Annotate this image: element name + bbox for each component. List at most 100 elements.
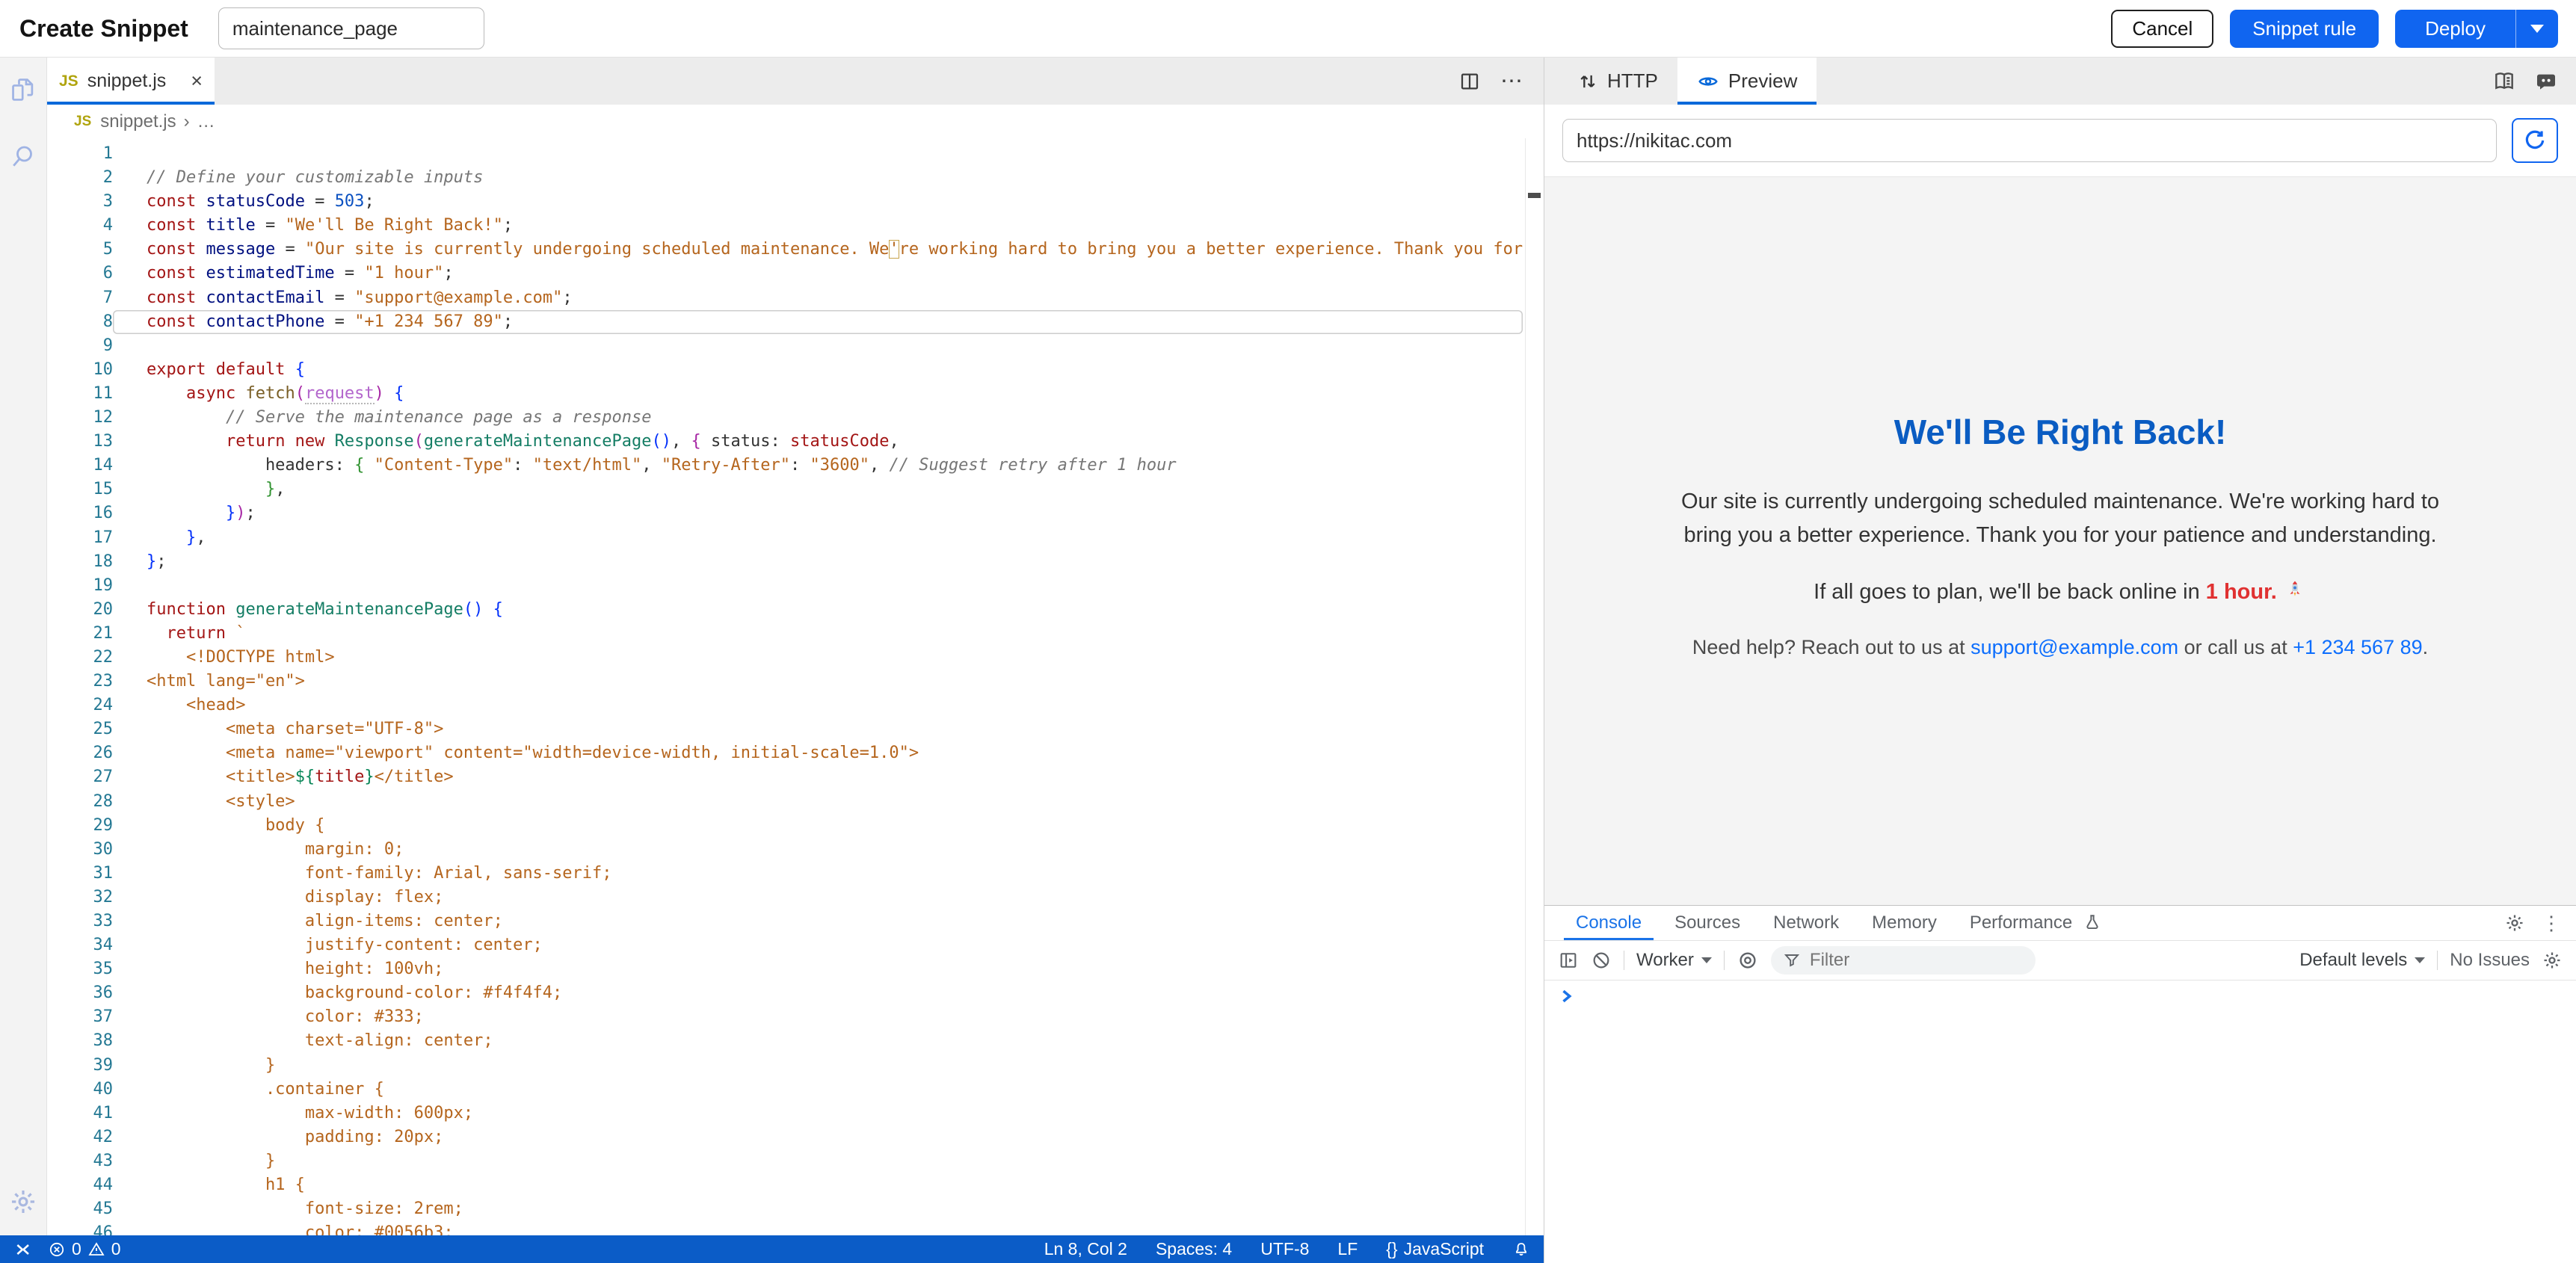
editor-scrollbar[interactable]	[1525, 138, 1544, 1235]
eye-icon	[1697, 70, 1719, 93]
tab-network[interactable]: Network	[1757, 906, 1855, 940]
code-line[interactable]: 27 <title>${title}</title>	[47, 765, 1544, 789]
log-levels-selector[interactable]: Default levels	[2299, 950, 2425, 971]
code-line[interactable]: 6const estimatedTime = "1 hour";	[47, 262, 1544, 285]
code-line[interactable]: 11 async fetch(request) {	[47, 382, 1544, 406]
code-line[interactable]: 7const contactEmail = "support@example.c…	[47, 286, 1544, 310]
clear-console-icon[interactable]	[1591, 950, 1612, 971]
remote-indicator-icon[interactable]	[13, 1241, 31, 1259]
eol-sequence[interactable]: LF	[1337, 1239, 1358, 1259]
code-line[interactable]: 10export default {	[47, 358, 1544, 382]
code-line[interactable]: 22 <!DOCTYPE html>	[47, 646, 1544, 670]
files-icon[interactable]	[9, 75, 37, 104]
code-line[interactable]: 13 return new Response(generateMaintenan…	[47, 430, 1544, 454]
console-settings-gear-icon[interactable]	[2542, 950, 2563, 971]
settings-gear-icon[interactable]	[9, 1188, 37, 1216]
tab-performance[interactable]: Performance	[1953, 906, 2089, 940]
code-line[interactable]: 4const title = "We'll Be Right Back!";	[47, 214, 1544, 238]
tab-console[interactable]: Console	[1559, 906, 1658, 940]
code-line[interactable]: 35 height: 100vh;	[47, 957, 1544, 981]
breadcrumb[interactable]: JS snippet.js › …	[47, 105, 1544, 138]
problems-indicator[interactable]: 0 0	[48, 1239, 121, 1259]
tab-snippet-js[interactable]: JS snippet.js ×	[47, 58, 215, 105]
code-line[interactable]: 38 text-align: center;	[47, 1029, 1544, 1053]
code-line[interactable]: 33 align-items: center;	[47, 910, 1544, 933]
refresh-button[interactable]	[2512, 118, 2558, 163]
code-line[interactable]: 15 },	[47, 478, 1544, 501]
filter-input[interactable]	[1808, 949, 2024, 972]
code-line[interactable]: 26 <meta name="viewport" content="width=…	[47, 741, 1544, 765]
more-actions-icon[interactable]: ⋯	[1500, 68, 1524, 94]
docs-book-icon[interactable]	[2492, 70, 2516, 93]
code-line[interactable]: 32 display: flex;	[47, 886, 1544, 910]
snippet-rule-button[interactable]: Snippet rule	[2230, 10, 2379, 48]
cursor-position[interactable]: Ln 8, Col 2	[1044, 1239, 1127, 1259]
deploy-button[interactable]: Deploy	[2395, 10, 2515, 48]
support-email-link[interactable]: support@example.com	[1970, 636, 2178, 658]
code-line[interactable]: 42 padding: 20px;	[47, 1125, 1544, 1149]
split-editor-icon[interactable]	[1458, 70, 1481, 93]
tab-http[interactable]: HTTP	[1558, 58, 1677, 105]
code-line[interactable]: 39 }	[47, 1054, 1544, 1078]
code-line[interactable]: 21 return `	[47, 622, 1544, 646]
tab-memory[interactable]: Memory	[1855, 906, 1953, 940]
kebab-menu-icon[interactable]: ⋮	[2542, 912, 2561, 935]
console-sidebar-toggle-icon[interactable]	[1558, 950, 1579, 971]
cancel-button[interactable]: Cancel	[2111, 10, 2213, 48]
code-line[interactable]: 36 background-color: #f4f4f4;	[47, 981, 1544, 1005]
code-line[interactable]: 17 },	[47, 526, 1544, 550]
devtools-settings-gear-icon[interactable]	[2504, 912, 2525, 933]
code-line[interactable]: 20function generateMaintenancePage() {	[47, 598, 1544, 622]
line-number: 26	[47, 741, 113, 765]
discord-icon[interactable]	[2534, 70, 2558, 93]
encoding[interactable]: UTF-8	[1260, 1239, 1309, 1259]
code-line[interactable]: 9	[47, 334, 1544, 358]
preview-url-input[interactable]	[1562, 119, 2497, 162]
language-mode[interactable]: {} JavaScript	[1386, 1239, 1484, 1259]
context-selector[interactable]: Worker	[1636, 950, 1712, 971]
code-line[interactable]: 3const statusCode = 503;	[47, 190, 1544, 214]
console-filter[interactable]	[1771, 946, 2036, 975]
code-line[interactable]: 40 .container {	[47, 1078, 1544, 1102]
issues-counter[interactable]: No Issues	[2450, 950, 2530, 971]
code-line[interactable]: 5const message = "Our site is currently …	[47, 238, 1544, 262]
code-line[interactable]: 18};	[47, 550, 1544, 574]
javascript-file-icon: JS	[74, 114, 91, 130]
breadcrumb-file[interactable]: snippet.js	[100, 111, 176, 132]
code-line[interactable]: 12 // Serve the maintenance page as a re…	[47, 406, 1544, 430]
search-icon[interactable]	[10, 143, 37, 170]
code-line[interactable]: 24 <head>	[47, 694, 1544, 717]
tab-sources[interactable]: Sources	[1658, 906, 1757, 940]
code-line[interactable]: 19	[47, 574, 1544, 598]
code-line[interactable]: 28 <style>	[47, 790, 1544, 814]
indentation[interactable]: Spaces: 4	[1156, 1239, 1232, 1259]
deploy-dropdown-button[interactable]	[2515, 10, 2558, 48]
code-line[interactable]: 16 });	[47, 501, 1544, 525]
code-line[interactable]: 41 max-width: 600px;	[47, 1102, 1544, 1125]
code-line[interactable]: 45 font-size: 2rem;	[47, 1197, 1544, 1221]
code-line[interactable]: 31 font-family: Arial, sans-serif;	[47, 862, 1544, 886]
code-line[interactable]: 43 }	[47, 1149, 1544, 1173]
phone-link[interactable]: +1 234 567 89	[2293, 636, 2422, 658]
live-expression-eye-icon[interactable]	[1737, 949, 1759, 972]
code-editor[interactable]: 12// Define your customizable inputs3con…	[47, 138, 1544, 1235]
snippet-name-input[interactable]	[218, 7, 484, 49]
code-line[interactable]: 46 color: #0056b3;	[47, 1221, 1544, 1235]
console-output[interactable]	[1544, 981, 2576, 1263]
code-line[interactable]: 14 headers: { "Content-Type": "text/html…	[47, 454, 1544, 478]
breadcrumb-more[interactable]: …	[197, 111, 215, 132]
code-line[interactable]: 29 body {	[47, 814, 1544, 838]
code-line[interactable]: 44 h1 {	[47, 1173, 1544, 1197]
code-line[interactable]: 8const contactPhone = "+1 234 567 89";	[47, 310, 1544, 334]
code-line[interactable]: 37 color: #333;	[47, 1005, 1544, 1029]
notifications-bell-icon[interactable]	[1512, 1241, 1530, 1259]
code-line[interactable]: 34 justify-content: center;	[47, 933, 1544, 957]
code-line[interactable]: 23<html lang="en">	[47, 670, 1544, 694]
close-icon[interactable]: ×	[191, 70, 203, 93]
code-line[interactable]: 25 <meta charset="UTF-8">	[47, 717, 1544, 741]
code-line[interactable]: 2// Define your customizable inputs	[47, 166, 1544, 190]
code-line[interactable]: 30 margin: 0;	[47, 838, 1544, 862]
code-line[interactable]: 1	[47, 142, 1544, 166]
line-number: 22	[47, 646, 113, 670]
tab-preview[interactable]: Preview	[1677, 58, 1817, 105]
